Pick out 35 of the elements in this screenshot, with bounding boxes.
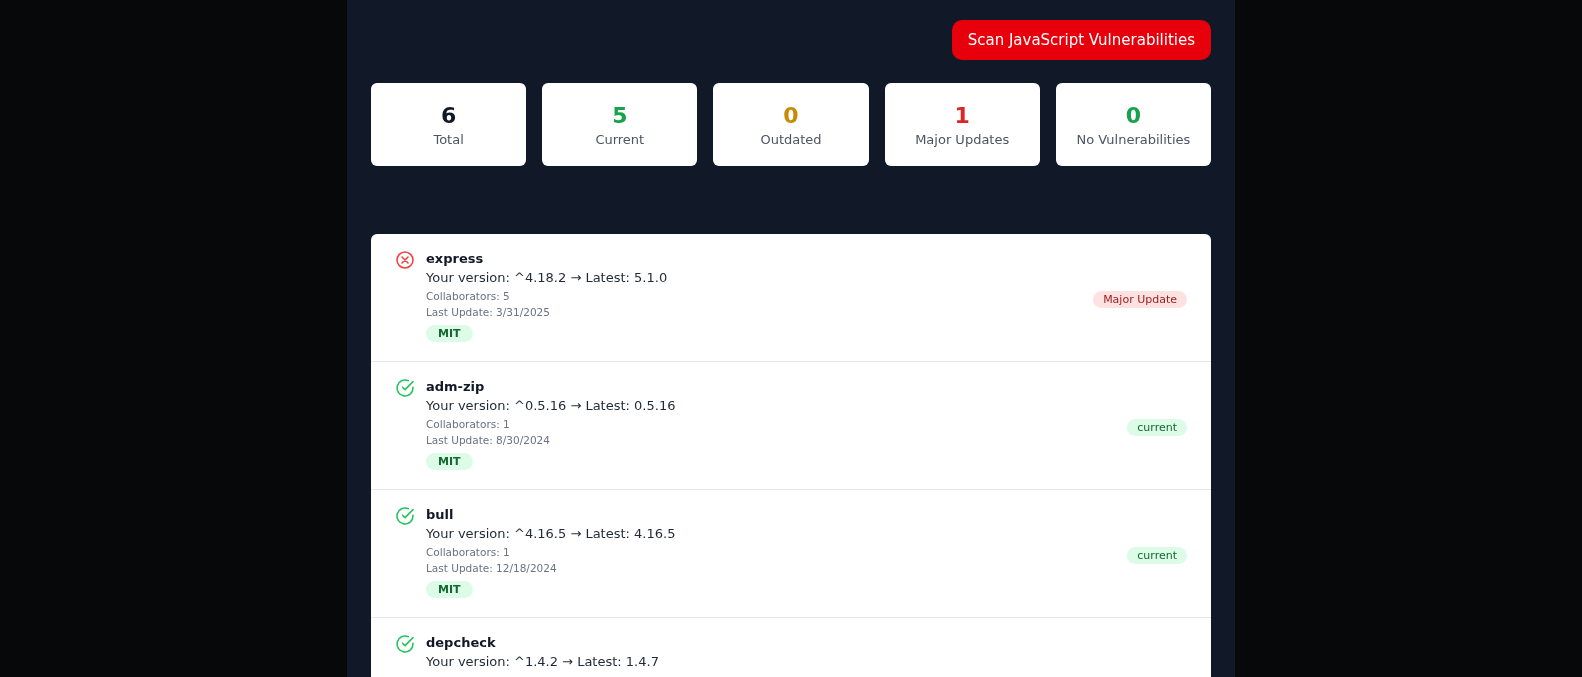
collaborators-text: Collaborators: 1 — [426, 545, 510, 560]
stat-label: Major Updates — [915, 131, 1010, 147]
error-circle-icon — [395, 250, 415, 270]
license-badge: MIT — [426, 325, 473, 342]
last-update-text: Last Update: 3/31/2025 — [426, 305, 550, 320]
stat-label: Total — [433, 131, 464, 147]
stat-value: 6 — [440, 102, 457, 128]
status-badge: Major Update — [1093, 290, 1187, 308]
check-circle-icon — [395, 634, 415, 654]
license-badge: MIT — [426, 453, 473, 470]
package-name: adm-zip — [426, 378, 485, 396]
stat-label: No Vulnerabilities — [1076, 131, 1191, 147]
last-update-text: Last Update: 12/18/2024 — [426, 561, 557, 576]
stat-value: 0 — [783, 102, 799, 128]
status-badge: current — [1127, 418, 1187, 436]
stat-value: 5 — [612, 102, 628, 128]
collaborators-text: Collaborators: 5 — [426, 289, 510, 304]
version-text: Your version: ^4.18.2 → Latest: 5.1.0 — [426, 269, 668, 287]
stat-value: 1 — [954, 102, 970, 128]
package-name: bull — [426, 506, 454, 524]
check-circle-icon — [395, 378, 415, 398]
version-text: Your version: ^1.4.2 → Latest: 1.4.7 — [426, 653, 659, 671]
version-text: Your version: ^0.5.16 → Latest: 0.5.16 — [426, 397, 676, 415]
check-circle-icon — [395, 506, 415, 526]
status-badge: current — [1127, 546, 1187, 564]
collaborators-text: Collaborators: 1 — [426, 417, 510, 432]
scan-button[interactable]: Scan JavaScript Vulnerabilities — [951, 20, 1211, 60]
license-badge: MIT — [426, 581, 473, 598]
stat-label: Current — [595, 131, 645, 147]
stat-label: Outdated — [760, 131, 822, 147]
package-name: express — [426, 250, 484, 268]
package-name: depcheck — [426, 634, 496, 652]
version-text: Your version: ^4.16.5 → Latest: 4.16.5 — [426, 525, 676, 543]
stat-value: 0 — [1125, 102, 1142, 128]
last-update-text: Last Update: 8/30/2024 — [426, 433, 550, 448]
